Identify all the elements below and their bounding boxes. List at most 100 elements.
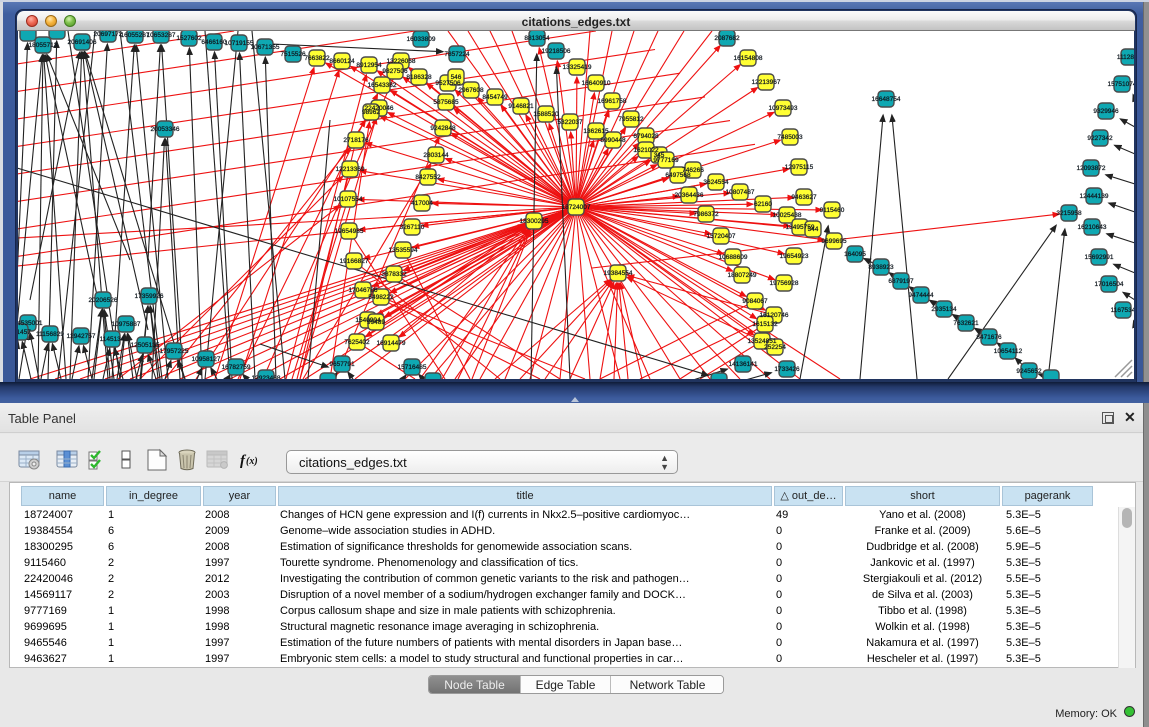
svg-text:7857224: 7857224 bbox=[444, 51, 470, 58]
svg-text:12093872: 12093872 bbox=[1077, 165, 1106, 172]
svg-text:8186328: 8186328 bbox=[406, 74, 432, 81]
svg-text:19166827: 19166827 bbox=[340, 258, 369, 265]
svg-text:1167534: 1167534 bbox=[1111, 307, 1134, 314]
svg-text:62160: 62160 bbox=[754, 201, 772, 208]
svg-text:1588520: 1588520 bbox=[533, 111, 559, 118]
svg-text:17016504: 17016504 bbox=[1095, 281, 1124, 288]
svg-text:9699695: 9699695 bbox=[821, 238, 847, 245]
svg-text:344: 344 bbox=[808, 226, 819, 233]
svg-text:1733426: 1733426 bbox=[774, 366, 800, 373]
svg-text:17359926: 17359926 bbox=[135, 293, 164, 300]
svg-text:7515526: 7515526 bbox=[280, 51, 306, 58]
svg-text:19218506: 19218506 bbox=[542, 48, 571, 55]
svg-text:9084067: 9084067 bbox=[742, 298, 768, 305]
svg-text:3624554: 3624554 bbox=[703, 179, 729, 186]
svg-text:164095: 164095 bbox=[844, 251, 866, 258]
svg-text:10958127: 10958127 bbox=[192, 356, 221, 363]
svg-text:14136141: 14136141 bbox=[729, 361, 758, 368]
svg-text:20697172: 20697172 bbox=[94, 31, 123, 38]
svg-text:8660124: 8660124 bbox=[329, 58, 355, 65]
svg-text:8912954: 8912954 bbox=[356, 62, 382, 69]
svg-text:(x): (x) bbox=[246, 456, 258, 467]
svg-text:10107554: 10107554 bbox=[334, 196, 363, 203]
svg-text:6879197: 6879197 bbox=[888, 278, 914, 285]
svg-text:1615132: 1615132 bbox=[752, 321, 778, 328]
svg-text:19756928: 19756928 bbox=[770, 280, 799, 287]
svg-text:10671355: 10671355 bbox=[251, 44, 280, 51]
svg-text:20206526: 20206526 bbox=[89, 297, 118, 304]
svg-text:99489: 99489 bbox=[367, 319, 385, 326]
svg-text:2967608: 2967608 bbox=[458, 87, 484, 94]
svg-text:16914479: 16914479 bbox=[377, 340, 406, 347]
svg-text:8454749: 8454749 bbox=[482, 94, 508, 101]
svg-text:7625402: 7625402 bbox=[344, 339, 370, 346]
svg-text:3215958: 3215958 bbox=[1056, 210, 1082, 217]
svg-text:18055713: 18055713 bbox=[29, 42, 58, 49]
svg-text:1362615: 1362615 bbox=[583, 128, 609, 135]
svg-text:8471676: 8471676 bbox=[976, 334, 1002, 341]
svg-text:6794028: 6794028 bbox=[633, 133, 659, 140]
svg-text:16210643: 16210643 bbox=[1078, 224, 1107, 231]
svg-text:9146821: 9146821 bbox=[508, 103, 534, 110]
svg-text:7663822: 7663822 bbox=[304, 55, 330, 62]
svg-text:9777169: 9777169 bbox=[653, 157, 679, 164]
svg-text:17957225: 17957225 bbox=[160, 348, 189, 355]
svg-text:5875685: 5875685 bbox=[433, 99, 459, 106]
svg-text:1527602: 1527602 bbox=[176, 35, 202, 42]
svg-text:2087682: 2087682 bbox=[714, 35, 740, 42]
svg-text:20691406: 20691406 bbox=[68, 39, 97, 46]
svg-text:991457: 991457 bbox=[18, 329, 31, 336]
svg-text:6466160: 6466160 bbox=[201, 39, 227, 46]
svg-text:11156829: 11156829 bbox=[36, 331, 64, 338]
svg-text:12923468: 12923468 bbox=[252, 375, 281, 379]
svg-text:16033809: 16033809 bbox=[407, 36, 436, 43]
svg-text:12942757: 12942757 bbox=[67, 333, 96, 340]
svg-text:9227342: 9227342 bbox=[1087, 135, 1113, 142]
svg-text:12975115: 12975115 bbox=[785, 164, 814, 171]
svg-text:2935134: 2935134 bbox=[931, 306, 957, 313]
svg-text:5498222: 5498222 bbox=[368, 294, 394, 301]
svg-text:13535594: 13535594 bbox=[389, 247, 418, 254]
svg-text:746266: 746266 bbox=[682, 167, 704, 174]
svg-text:16640910: 16640910 bbox=[582, 80, 611, 87]
svg-text:2718176: 2718176 bbox=[343, 137, 369, 144]
svg-text:18300295: 18300295 bbox=[520, 218, 549, 225]
svg-text:9245652: 9245652 bbox=[1016, 368, 1042, 375]
svg-text:20053346: 20053346 bbox=[151, 126, 180, 133]
svg-text:5322037: 5322037 bbox=[557, 119, 583, 126]
svg-text:10654112: 10654112 bbox=[994, 348, 1023, 355]
svg-text:9329946: 9329946 bbox=[1093, 108, 1119, 115]
svg-text:8938923: 8938923 bbox=[868, 264, 894, 271]
svg-text:16961758: 16961758 bbox=[598, 98, 627, 105]
svg-text:7632621: 7632621 bbox=[953, 320, 979, 327]
svg-text:98962: 98962 bbox=[362, 109, 380, 116]
svg-text:8427552: 8427552 bbox=[415, 174, 441, 181]
svg-text:7485003: 7485003 bbox=[777, 134, 803, 141]
svg-text:12213967: 12213967 bbox=[752, 79, 781, 86]
svg-text:9657791: 9657791 bbox=[329, 361, 355, 368]
svg-text:8990448: 8990448 bbox=[600, 137, 626, 144]
svg-text:10025438: 10025438 bbox=[773, 212, 802, 219]
svg-text:10719155: 10719155 bbox=[225, 40, 254, 47]
svg-text:15751074: 15751074 bbox=[1108, 81, 1134, 88]
svg-text:7986372: 7986372 bbox=[693, 211, 719, 218]
svg-text:7955812: 7955812 bbox=[618, 116, 644, 123]
svg-text:1112845: 1112845 bbox=[1117, 54, 1134, 61]
svg-text:12505135: 12505135 bbox=[131, 342, 160, 349]
svg-text:2803144: 2803144 bbox=[423, 152, 449, 159]
svg-text:19654923: 19654923 bbox=[780, 253, 809, 260]
svg-text:15692991: 15692991 bbox=[1085, 254, 1114, 261]
svg-text:19654985: 19654985 bbox=[335, 228, 364, 235]
svg-text:16543382: 16543382 bbox=[368, 82, 397, 89]
svg-text:15716485: 15716485 bbox=[398, 364, 427, 371]
svg-text:9115460: 9115460 bbox=[820, 207, 845, 214]
svg-text:10973493: 10973493 bbox=[769, 105, 798, 112]
svg-text:20364436: 20364436 bbox=[675, 192, 704, 199]
svg-text:12213369: 12213369 bbox=[336, 166, 365, 173]
svg-text:16648754: 16648754 bbox=[872, 96, 901, 103]
svg-text:8813054: 8813054 bbox=[524, 35, 550, 42]
svg-text:9527506: 9527506 bbox=[435, 80, 461, 87]
svg-text:18807249: 18807249 bbox=[728, 272, 757, 279]
svg-text:13226058: 13226058 bbox=[387, 58, 416, 65]
svg-text:18724007: 18724007 bbox=[562, 204, 591, 211]
